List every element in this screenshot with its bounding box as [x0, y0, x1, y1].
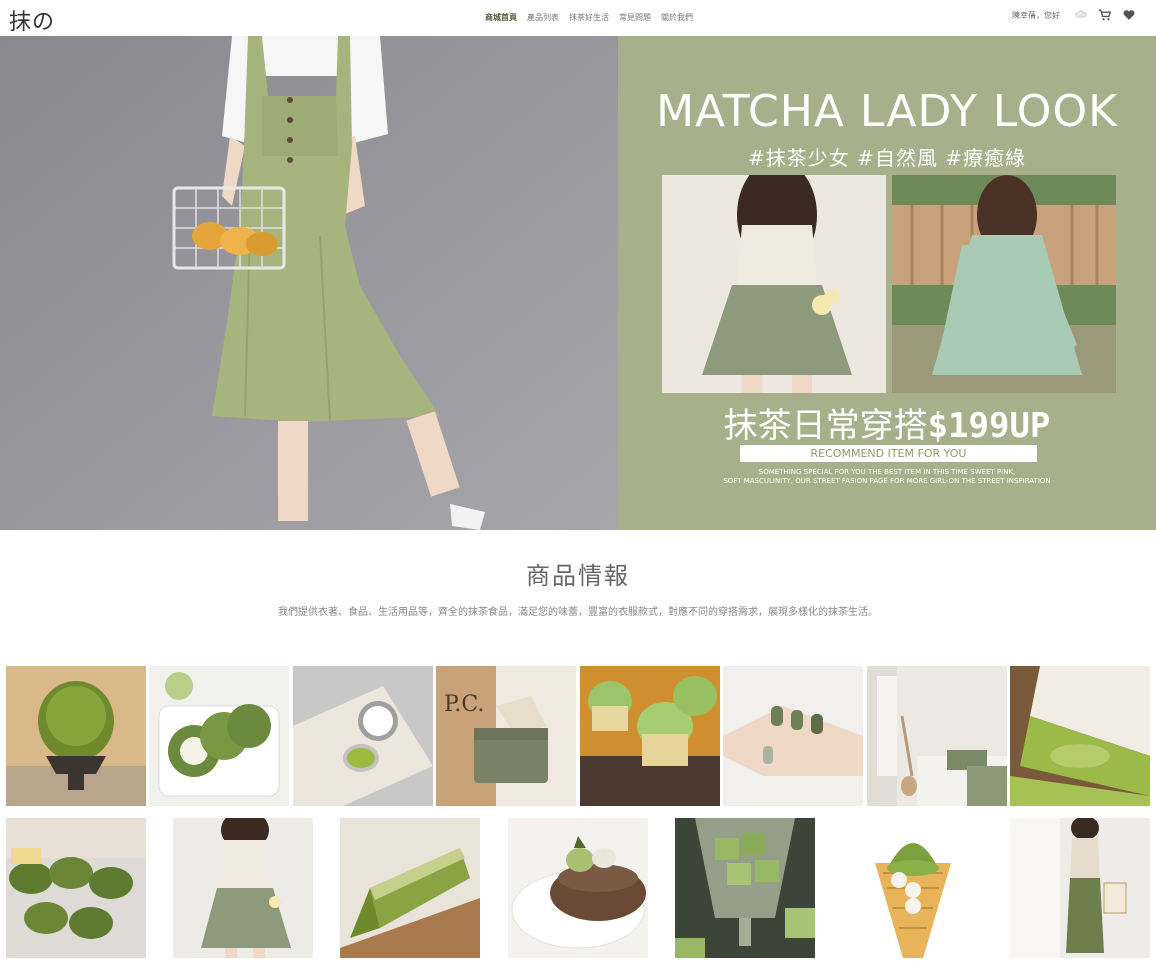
girl-outfit-image: [173, 818, 313, 958]
hero-small-text: SOMETHING SPECIAL FOR YOU THE BEST ITEM …: [618, 468, 1156, 486]
hero-promo-panel: MATCHA LADY LOOK #抹茶少女 #自然風 #療癒綠 抹茶日常穿搭$…: [618, 36, 1156, 530]
product-tile-ice-cream[interactable]: [843, 818, 983, 958]
logo[interactable]: 抹の: [9, 4, 55, 36]
hero-photo-skirt-outfit: [662, 175, 886, 393]
main-nav: 商城首頁 產品列表 抹茶好生活 常見問題 關於我們: [485, 12, 693, 23]
product-tile-cupcakes-2[interactable]: [6, 818, 146, 958]
green-nails-image: [723, 666, 863, 806]
matcha-lip-balm-image: [293, 666, 433, 806]
green-wallet-image: P.C.: [436, 666, 576, 806]
product-tile-pound-cake[interactable]: [340, 818, 480, 958]
hero-small-line2: SOFT MASCULINITY, OUR STREET FASION PAGE…: [723, 477, 1051, 485]
hero-price-prefix: 抹茶日常穿搭: [723, 406, 928, 446]
product-tile-pancake[interactable]: [508, 818, 648, 958]
matcha-cake-image: [1010, 666, 1150, 806]
matcha-roll-cake-image: [149, 666, 289, 806]
nav-faq[interactable]: 常見問題: [619, 12, 651, 23]
nav-matcha-life[interactable]: 抹茶好生活: [569, 12, 609, 23]
hero-small-line1: SOMETHING SPECIAL FOR YOU THE BEST ITEM …: [758, 468, 1016, 476]
product-tile-lip-balm[interactable]: [293, 666, 433, 806]
product-tile-nails[interactable]: [723, 666, 863, 806]
header: 抹の 商城首頁 產品列表 抹茶好生活 常見問題 關於我們 陳幸蒨，您好: [0, 0, 1156, 36]
cart-icon[interactable]: [1098, 8, 1112, 22]
section-description: 我們提供衣著、食品、生活用品等，齊全的抹茶食品，滿足您的味蕾，豐富的衣服款式，對…: [278, 607, 878, 618]
matcha-cupcakes-2-image: [6, 818, 146, 958]
hero-tags: #抹茶少女 #自然風 #療癒綠: [748, 146, 1026, 170]
nav-home[interactable]: 商城首頁: [485, 12, 517, 23]
green-dress-image: [1010, 818, 1150, 958]
user-greeting: 陳幸蒨，您好: [1012, 10, 1060, 20]
hero-model-photo: [0, 36, 618, 530]
model-illustration: [0, 36, 618, 530]
product-tile-wallet[interactable]: P.C.: [436, 666, 576, 806]
hero-photo-mint-dress: [892, 175, 1116, 393]
matcha-ice-cream-image: [843, 818, 983, 958]
matcha-shaved-ice-image: [6, 666, 146, 806]
section-title: 商品情報: [526, 562, 630, 590]
header-right: 陳幸蒨，您好: [1012, 8, 1136, 22]
product-tile-jelly[interactable]: [675, 818, 815, 958]
product-tile-green-dress[interactable]: [1010, 818, 1150, 958]
bedroom-image: [867, 666, 1007, 806]
matcha-jelly-image: [675, 818, 815, 958]
matcha-pound-cake-image: [340, 818, 480, 958]
hero-title: MATCHA LADY LOOK: [656, 86, 1118, 137]
product-tile-shaved-ice[interactable]: [6, 666, 146, 806]
nav-about[interactable]: 關於我們: [661, 12, 693, 23]
recommend-ribbon[interactable]: RECOMMEND ITEM FOR YOU: [740, 445, 1037, 462]
nav-products[interactable]: 產品列表: [527, 12, 559, 23]
matcha-cupcakes-image: [580, 666, 720, 806]
product-tile-girl-outfit[interactable]: [173, 818, 313, 958]
matcha-pancake-image: [508, 818, 648, 958]
hero-banner[interactable]: MATCHA LADY LOOK #抹茶少女 #自然風 #療癒綠 抹茶日常穿搭$…: [0, 36, 1156, 530]
clouds-icon[interactable]: [1074, 8, 1088, 22]
skirt-outfit-illustration: [662, 175, 886, 393]
hero-price-value: $199UP: [927, 406, 1051, 446]
product-tile-cake[interactable]: [1010, 666, 1150, 806]
product-tile-cupcakes[interactable]: [580, 666, 720, 806]
hero-price: 抹茶日常穿搭$199UP: [618, 398, 1156, 447]
svg-text:P.C.: P.C.: [444, 692, 484, 717]
product-tile-bedroom[interactable]: [867, 666, 1007, 806]
product-tile-roll-cake[interactable]: [149, 666, 289, 806]
mint-dress-illustration: [892, 175, 1116, 393]
heart-icon[interactable]: [1122, 8, 1136, 22]
